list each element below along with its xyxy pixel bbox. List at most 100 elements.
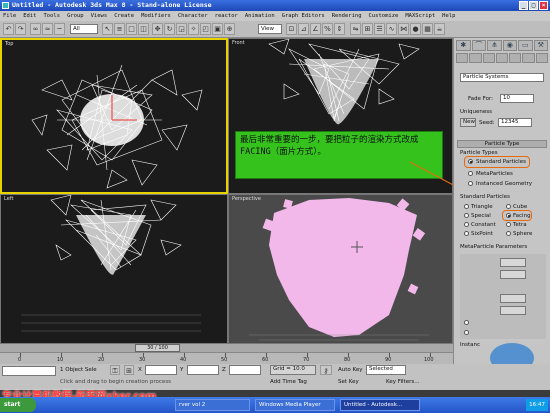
display-tab-icon[interactable]: ▭ <box>518 40 533 51</box>
time-slider[interactable]: 30 / 100 <box>135 344 180 352</box>
squash-icon[interactable]: ▣ <box>212 23 223 35</box>
quick-render-icon[interactable]: ☕ <box>434 23 445 35</box>
selection-filter-dropdown[interactable]: All <box>70 24 98 34</box>
menu-help[interactable]: Help <box>442 11 455 21</box>
viewport-left[interactable]: Left <box>0 194 228 344</box>
menu-create[interactable]: Create <box>114 11 134 21</box>
menu-views[interactable]: Views <box>91 11 108 21</box>
reference-coordinate-dropdown[interactable]: View <box>258 24 282 34</box>
z-coordinate-input[interactable] <box>229 365 261 375</box>
constant-radio[interactable] <box>464 222 469 227</box>
lock-selection-icon[interactable]: ⚿ <box>110 365 120 375</box>
lights-icon[interactable] <box>482 53 495 63</box>
auto-key-button[interactable]: Auto Key <box>338 367 363 373</box>
angle-snap-icon[interactable]: ∠ <box>310 23 321 35</box>
maxscript-listener[interactable] <box>2 366 56 376</box>
fade-for-input[interactable]: 10 <box>500 94 534 103</box>
sixpoint-radio[interactable] <box>464 231 469 236</box>
metaparticles-radio[interactable] <box>468 171 473 176</box>
select-rotate-icon[interactable]: ↻ <box>164 23 175 35</box>
window-crossing-icon[interactable]: ◫ <box>138 23 149 35</box>
schematic-view-icon[interactable]: ⋈ <box>398 23 409 35</box>
time-slider-track[interactable] <box>0 344 453 352</box>
create-tab-icon[interactable]: ✱ <box>456 40 471 51</box>
spinner-snap-icon[interactable]: ⇕ <box>334 23 345 35</box>
mirror-icon[interactable]: ⇋ <box>350 23 361 35</box>
set-key-button[interactable]: Set Key <box>338 379 359 385</box>
close-button[interactable]: × <box>539 1 548 10</box>
pivot-icon[interactable]: ⊕ <box>224 23 235 35</box>
viewport-top[interactable]: Top <box>0 38 228 194</box>
cube-radio[interactable] <box>506 204 511 209</box>
geometry-icon[interactable] <box>456 53 469 63</box>
scale-icon[interactable]: ◰ <box>200 23 211 35</box>
taskbar-item-3dsmax[interactable]: Untitled - Autodesk... <box>340 399 420 411</box>
helpers-icon[interactable] <box>509 53 522 63</box>
systems-icon[interactable] <box>535 53 548 63</box>
align-icon[interactable]: ⊞ <box>362 23 373 35</box>
percent-snap-icon[interactable]: % <box>322 23 333 35</box>
snap-icon[interactable]: ⊿ <box>298 23 309 35</box>
redo-icon[interactable]: ↷ <box>15 23 26 35</box>
select-manipulate-icon[interactable]: ✧ <box>188 23 199 35</box>
variation-input[interactable] <box>500 270 526 279</box>
viewport-coarseness-input[interactable] <box>500 306 526 315</box>
use-pivot-icon[interactable]: ⊡ <box>286 23 297 35</box>
select-move-icon[interactable]: ✥ <box>152 23 163 35</box>
render-coarseness-input[interactable] <box>500 294 526 303</box>
layer-manager-icon[interactable]: ☰ <box>374 23 385 35</box>
cameras-icon[interactable] <box>495 53 509 63</box>
menu-rendering[interactable]: Rendering <box>332 11 362 21</box>
tension-input[interactable] <box>500 258 526 267</box>
track-bar[interactable]: 0 10 20 30 40 50 60 70 80 90 100 <box>0 352 453 364</box>
one-connected-blob-checkbox[interactable] <box>464 330 469 335</box>
bind-space-warp-icon[interactable]: ~ <box>54 23 65 35</box>
auto-coarseness-checkbox[interactable] <box>464 320 469 325</box>
menu-maxscript[interactable]: MAXScript <box>405 11 435 21</box>
link-icon[interactable]: ∞ <box>30 23 41 35</box>
add-time-tag-button[interactable]: Add Time Tag <box>270 379 307 385</box>
start-button[interactable]: start <box>0 398 36 412</box>
unlink-icon[interactable]: ≈ <box>42 23 53 35</box>
menu-graph-editors[interactable]: Graph Editors <box>282 11 325 21</box>
shapes-icon[interactable] <box>469 53 482 63</box>
modify-tab-icon[interactable]: ⌒ <box>471 40 486 51</box>
motion-tab-icon[interactable]: ◉ <box>502 40 517 51</box>
standard-particles-radio[interactable] <box>468 159 473 164</box>
facing-radio[interactable] <box>506 213 511 218</box>
menu-tools[interactable]: Tools <box>44 11 61 21</box>
menu-file[interactable]: File <box>3 11 16 21</box>
viewport-perspective[interactable]: Perspective <box>228 194 453 344</box>
menu-character[interactable]: Character <box>178 11 208 21</box>
particle-type-rollout[interactable]: Particle Type <box>457 140 547 148</box>
x-coordinate-input[interactable] <box>145 365 177 375</box>
triangle-radio[interactable] <box>464 204 469 209</box>
key-icon[interactable]: ⚷ <box>320 365 332 375</box>
new-seed-button[interactable]: New <box>460 118 476 127</box>
undo-icon[interactable]: ↶ <box>3 23 14 35</box>
maximize-button[interactable]: □ <box>529 1 538 10</box>
object-type-dropdown[interactable]: Particle Systems <box>460 73 544 82</box>
tetra-radio[interactable] <box>506 222 511 227</box>
hierarchy-tab-icon[interactable]: ⋔ <box>487 40 502 51</box>
menu-edit[interactable]: Edit <box>23 11 36 21</box>
utilities-tab-icon[interactable]: ⚒ <box>533 40 548 51</box>
menu-modifiers[interactable]: Modifiers <box>141 11 171 21</box>
taskbar-item-server[interactable]: rver vol 2 <box>175 399 250 411</box>
select-object-icon[interactable]: ↖ <box>102 23 113 35</box>
sphere-radio[interactable] <box>506 231 511 236</box>
special-radio[interactable] <box>464 213 469 218</box>
instanced-geometry-radio[interactable] <box>468 181 473 186</box>
menu-reactor[interactable]: reactor <box>215 11 238 21</box>
y-coordinate-input[interactable] <box>187 365 219 375</box>
taskbar-item-media-player[interactable]: Windows Media Player <box>255 399 335 411</box>
select-by-name-icon[interactable]: ≡ <box>114 23 125 35</box>
space-warps-icon[interactable] <box>522 53 535 63</box>
material-editor-icon[interactable]: ● <box>410 23 421 35</box>
seed-input[interactable]: 12345 <box>498 118 532 127</box>
key-filters-button[interactable]: Key Filters... <box>386 379 419 385</box>
menu-animation[interactable]: Animation <box>245 11 275 21</box>
selected-dropdown[interactable]: Selected <box>366 365 406 375</box>
select-scale-icon[interactable]: ◲ <box>176 23 187 35</box>
rect-selection-icon[interactable]: □ <box>126 23 137 35</box>
